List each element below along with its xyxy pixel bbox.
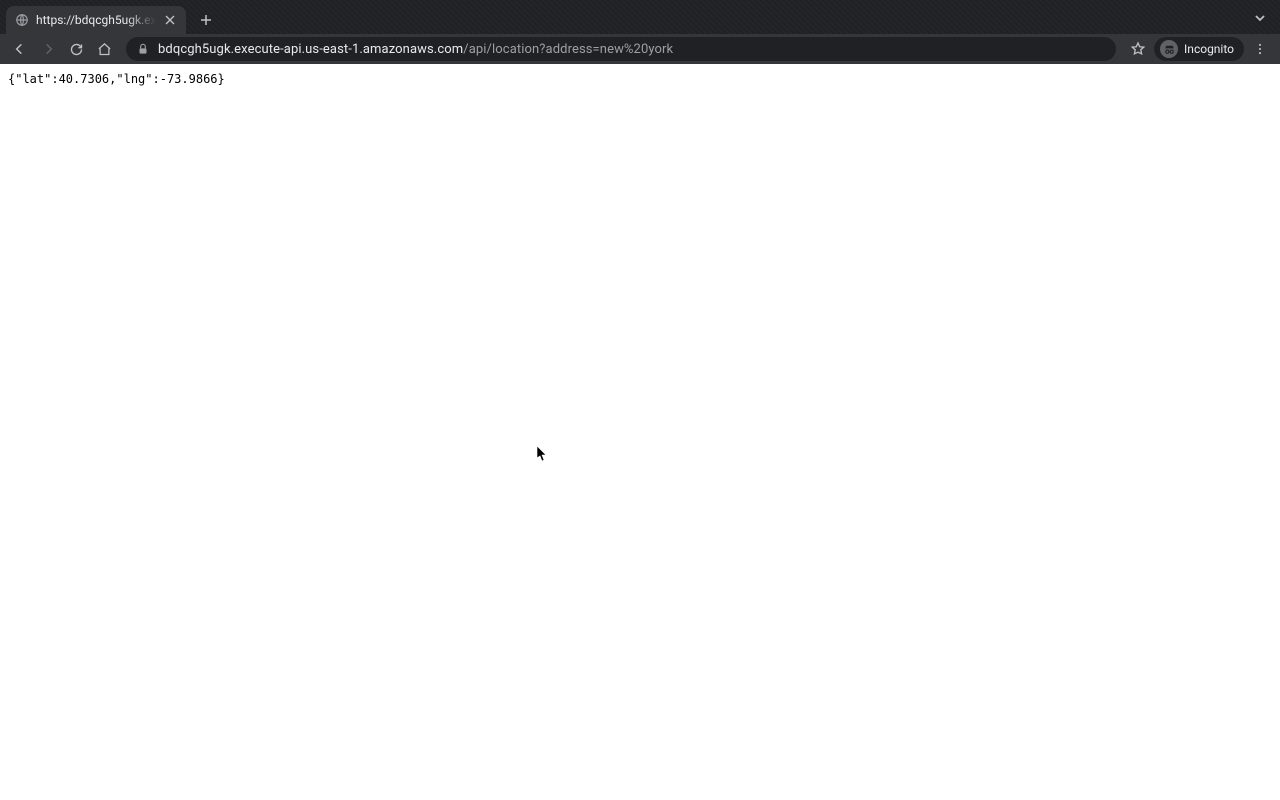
close-icon[interactable]: [162, 12, 178, 28]
incognito-indicator[interactable]: Incognito: [1154, 37, 1244, 61]
back-button[interactable]: [8, 37, 32, 61]
globe-icon: [14, 12, 30, 28]
tab-strip: https://bdqcgh5ugk.execute-api.us-east-1…: [0, 0, 1280, 34]
kebab-menu-button[interactable]: [1248, 37, 1272, 61]
tab-active[interactable]: https://bdqcgh5ugk.execute-api.us-east-1…: [6, 6, 186, 34]
incognito-label: Incognito: [1184, 42, 1234, 56]
reload-button[interactable]: [64, 37, 88, 61]
page-body: {"lat":40.7306,"lng":-73.9866}: [0, 64, 1280, 800]
lock-icon: [136, 42, 150, 56]
tab-title: https://bdqcgh5ugk.execute-api.us-east-1…: [36, 13, 156, 27]
home-button[interactable]: [92, 37, 116, 61]
forward-button[interactable]: [36, 37, 60, 61]
bookmark-button[interactable]: [1126, 37, 1150, 61]
new-tab-button[interactable]: [192, 6, 220, 34]
incognito-icon: [1160, 40, 1178, 58]
toolbar: bdqcgh5ugk.execute-api.us-east-1.amazona…: [0, 34, 1280, 64]
url-path: /api/location?address=new%20york: [463, 42, 673, 57]
tabs-dropdown-button[interactable]: [1250, 8, 1270, 28]
url-text: bdqcgh5ugk.execute-api.us-east-1.amazona…: [158, 42, 673, 57]
url-domain: bdqcgh5ugk.execute-api.us-east-1.amazona…: [158, 42, 463, 57]
address-bar[interactable]: bdqcgh5ugk.execute-api.us-east-1.amazona…: [126, 37, 1116, 61]
browser-chrome: https://bdqcgh5ugk.execute-api.us-east-1…: [0, 0, 1280, 64]
